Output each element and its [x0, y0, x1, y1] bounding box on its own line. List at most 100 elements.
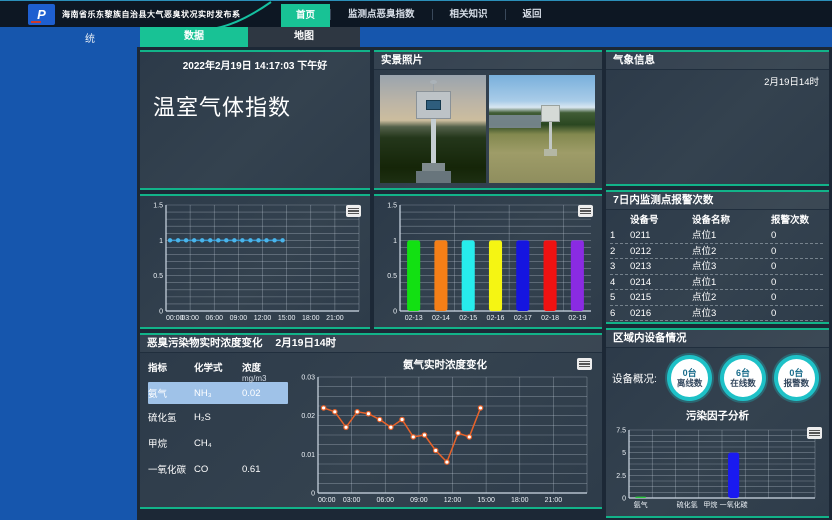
- daily-index-bar-chart: 00.511.502-1302-1402-1502-1602-1702-1802…: [376, 200, 598, 324]
- svg-text:06:00: 06:00: [205, 315, 223, 322]
- table-row: 10211点位10: [610, 228, 823, 244]
- pollutants-time: 2月19日14时: [275, 337, 336, 349]
- row-index: 1: [610, 228, 630, 243]
- svg-text:02-15: 02-15: [459, 315, 477, 322]
- svg-text:0: 0: [622, 496, 626, 503]
- monitor-pedestal: [416, 171, 451, 183]
- device-name: 点位1: [692, 275, 771, 290]
- pollutant-row-ch4[interactable]: 甲烷 CH₄: [148, 430, 288, 456]
- pollutants-header: 恶臭污染物实时浓度变化 2月19日14时: [140, 335, 602, 353]
- row-index: 6: [610, 306, 630, 321]
- content-area: 2022年2月19日 14:17:03 下午好 温室气体指数 实景照片: [137, 47, 832, 520]
- chart-menu-icon[interactable]: [577, 358, 592, 370]
- svg-text:0.02: 0.02: [301, 413, 315, 420]
- chart-menu-icon[interactable]: [807, 427, 822, 439]
- svg-text:0: 0: [393, 309, 397, 316]
- alarm-count: 0: [771, 275, 823, 290]
- nav-item-back[interactable]: 返回: [506, 1, 559, 28]
- svg-text:1: 1: [159, 238, 163, 245]
- nav-item-home[interactable]: 首页: [281, 4, 330, 27]
- stat-label: 离线数: [677, 378, 703, 388]
- antenna-dish: [430, 80, 437, 84]
- col-formula: 化学式: [194, 360, 242, 374]
- pollutants-panel: 恶臭污染物实时浓度变化 2月19日14时 指标 化学式 浓度mg/m3 氨气 N…: [140, 333, 602, 509]
- chart-menu-icon[interactable]: [578, 205, 593, 217]
- device-overview: 设备概况: 0台 离线数 6台 在线数 0台 报警数: [606, 348, 829, 403]
- svg-text:02-19: 02-19: [568, 315, 586, 322]
- ammonia-line-chart: 00.010.020.0300:0003:0006:0009:0012:0015…: [288, 372, 594, 506]
- unit-label: mg/m3: [242, 374, 282, 383]
- chart-menu-icon[interactable]: [346, 205, 361, 217]
- svg-text:0.5: 0.5: [387, 273, 397, 280]
- stat-label: 在线数: [730, 378, 756, 388]
- page-title: 温室气体指数: [153, 90, 370, 122]
- svg-text:0: 0: [311, 491, 315, 498]
- tab-map[interactable]: 地图: [248, 27, 360, 47]
- stat-value: 6台: [736, 368, 750, 378]
- tab-data[interactable]: 数据: [140, 27, 248, 47]
- device-name: 点位3: [692, 306, 771, 321]
- svg-text:02-16: 02-16: [487, 315, 505, 322]
- datetime-text: 2022年2月19日 14:17:03 下午好: [140, 57, 370, 72]
- pollutant-name: 甲烷: [148, 436, 194, 450]
- pollutant-row-h2s[interactable]: 硫化氢 H₂S: [148, 404, 288, 430]
- monitor-pole: [431, 117, 436, 165]
- wall: [489, 115, 541, 128]
- svg-text:02-17: 02-17: [514, 315, 532, 322]
- svg-text:0.5: 0.5: [153, 273, 163, 280]
- monitor-pole: [549, 120, 552, 150]
- col-device-name: 设备名称: [692, 213, 771, 228]
- devices-header: 区域内设备情况: [606, 330, 829, 348]
- device-name: 点位2: [692, 244, 771, 259]
- devices-panel: 区域内设备情况 设备概况: 0台 离线数 6台 在线数 0台 报警数 污染因子分…: [606, 328, 829, 518]
- monitor-box: [416, 91, 451, 119]
- device-id: 0213: [630, 259, 692, 274]
- svg-text:18:00: 18:00: [302, 315, 320, 322]
- pollutant-row-co[interactable]: 一氧化碳 CO 0.61: [148, 456, 288, 482]
- device-overview-label: 设备概况:: [612, 371, 657, 386]
- svg-text:12:00: 12:00: [444, 497, 462, 504]
- antenna: [433, 83, 434, 91]
- main-nav: 首页 监测点恶臭指数 相关知识 返回: [281, 1, 559, 28]
- svg-text:18:00: 18:00: [511, 497, 529, 504]
- alarm-count: 0: [771, 306, 823, 321]
- pollutant-formula: CO: [194, 464, 242, 475]
- col-concentration: 浓度mg/m3: [242, 360, 282, 383]
- monitor-box: [541, 105, 560, 122]
- ammonia-chart-title: 氨气实时浓度变化: [288, 357, 602, 372]
- photos-panel: 实景照片: [374, 50, 602, 190]
- daily-index-chart-panel: 00.511.502-1302-1402-1502-1602-1702-1802…: [374, 194, 602, 329]
- pollutant-value: 0.61: [242, 464, 282, 475]
- svg-text:2.5: 2.5: [616, 473, 626, 480]
- table-row: 20212点位20: [610, 244, 823, 260]
- row-index: 3: [610, 259, 630, 274]
- svg-text:03:00: 03:00: [181, 315, 199, 322]
- svg-text:一氧化碳: 一氧化碳: [720, 500, 748, 509]
- alarms-table-header: 设备号 设备名称 报警次数: [610, 213, 823, 228]
- alarm-count: 0: [771, 244, 823, 259]
- nav-item-odor-index[interactable]: 监测点恶臭指数: [331, 1, 432, 28]
- monitor-screen: [426, 100, 441, 110]
- svg-text:02-13: 02-13: [405, 315, 423, 322]
- svg-text:00:00: 00:00: [318, 497, 336, 504]
- col-device-id: 设备号: [630, 213, 692, 228]
- stat-value: 0台: [789, 368, 803, 378]
- row-index: 5: [610, 290, 630, 305]
- svg-text:02-14: 02-14: [432, 315, 450, 322]
- svg-text:5: 5: [622, 450, 626, 457]
- greeting-panel: 2022年2月19日 14:17:03 下午好 温室气体指数: [140, 50, 370, 190]
- row-index: 4: [610, 275, 630, 290]
- pollutant-name: 硫化氢: [148, 410, 194, 424]
- top-bar: P 海南省乐东黎族自治县大气恶臭状况实时发布系 首页 监测点恶臭指数 相关知识 …: [0, 0, 832, 27]
- pollutant-formula: H₂S: [194, 412, 242, 423]
- device-name: 点位2: [692, 290, 771, 305]
- svg-text:15:00: 15:00: [477, 497, 495, 504]
- stat-online-count: 6台 在线数: [720, 355, 765, 401]
- stat-alarm-count: 0台 报警数: [774, 355, 819, 401]
- nav-item-knowledge[interactable]: 相关知识: [433, 1, 505, 28]
- app-title-overflow: 统: [85, 30, 95, 45]
- tab-bar: 统 数据 地图: [0, 27, 832, 47]
- svg-text:21:00: 21:00: [545, 497, 563, 504]
- pollutant-row-ammonia[interactable]: 氨气 NH₃ 0.02: [148, 382, 288, 404]
- pollution-factor-bar-chart: 02.557.5氨气硫化氢甲烷一氧化碳: [609, 425, 822, 511]
